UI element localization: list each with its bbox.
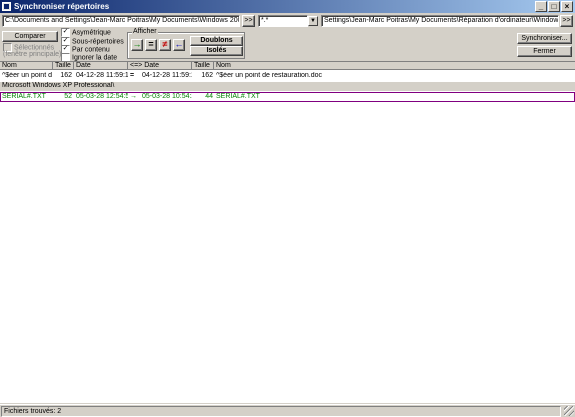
browse-left-button[interactable]: >> [242, 15, 255, 27]
duplicates-button[interactable]: Doublons [190, 36, 243, 46]
date-right-cell: 05-03-28 10:54:28 [142, 93, 192, 100]
title-bar[interactable]: Synchroniser répertoires _ □ × [0, 0, 575, 13]
name-left-cell: ^$éer un point de restauration.doc [2, 72, 52, 79]
arrow-right-icon: → [130, 93, 137, 100]
table-row-selected[interactable]: SERIAL#.TXT 52 05-03-28 12:54:54 → 05-03… [0, 92, 575, 102]
asymmetric-label: Asymétrique [72, 29, 111, 37]
main-window-label: (fenêtre principale) [3, 51, 62, 58]
afficher-label: Afficher [132, 28, 158, 36]
files-found-status: Fichiers trouvés: 2 [1, 406, 561, 417]
size-left-cell: 52 [64, 93, 72, 100]
name-left-cell: SERIAL#.TXT [2, 93, 46, 100]
filter-dropdown-icon[interactable]: ▼ [308, 16, 318, 26]
filter-combo[interactable]: *.* [258, 15, 308, 27]
close-window-button[interactable]: × [561, 1, 573, 12]
date-left-cell: 04-12-28 11:59:12 [76, 72, 128, 79]
right-path-field[interactable]: Settings\Jean-Marc Poitras\My Documents\… [321, 15, 559, 27]
status-equal-icon: = [130, 72, 135, 79]
header-name-right[interactable]: Nom [214, 62, 575, 70]
name-right-cell: ^$éer un point de restauration.doc [216, 72, 323, 79]
header-name-left[interactable]: Nom [0, 62, 53, 70]
resize-grip-icon[interactable] [564, 406, 574, 416]
isolated-button[interactable]: Isolés [190, 46, 243, 56]
table-row[interactable]: ^$éer un point de restauration.doc 162 0… [0, 72, 575, 81]
maximize-button[interactable]: □ [548, 1, 560, 12]
compare-button[interactable]: Comparer [2, 31, 58, 42]
close-button[interactable]: Fermer [517, 46, 572, 57]
status-bar: Fichiers trouvés: 2 [0, 404, 575, 417]
show-right-newer-icon[interactable]: ← [173, 39, 185, 51]
asymmetric-checkbox[interactable]: ✓ [61, 28, 70, 37]
browse-right-button[interactable]: >> [560, 15, 573, 27]
show-equal-icon[interactable]: = [145, 39, 157, 51]
minimize-button[interactable]: _ [535, 1, 547, 12]
header-date-right[interactable]: <=> Date [128, 62, 192, 70]
size-right-cell: 44 [205, 93, 213, 100]
synchronize-button[interactable]: Synchroniser... [517, 33, 572, 44]
left-path-field[interactable]: C:\Documents and Settings\Jean-Marc Poit… [2, 15, 240, 27]
date-right-cell: 04-12-28 11:59:12 [142, 72, 192, 79]
header-date-left[interactable]: Date [74, 62, 128, 70]
window-title: Synchroniser répertoires [14, 2, 110, 11]
asymmetric-option[interactable]: ✓ Asymétrique [61, 28, 111, 37]
show-left-newer-icon[interactable]: → [131, 39, 143, 51]
size-right-cell: 162 [201, 72, 213, 79]
app-icon [2, 2, 11, 11]
file-list[interactable]: Nom Taille Date <=> Date Taille Nom ^$ée… [0, 61, 575, 403]
header-size-right[interactable]: Taille [192, 62, 214, 70]
folder-group-row[interactable]: Microsoft Windows XP Professional\ [0, 82, 575, 91]
date-left-cell: 05-03-28 12:54:54 [76, 93, 128, 100]
header-size-left[interactable]: Taille [53, 62, 74, 70]
name-right-cell: SERIAL#.TXT [216, 93, 260, 100]
size-left-cell: 162 [60, 72, 72, 79]
show-different-icon[interactable]: ≠ [159, 39, 171, 51]
